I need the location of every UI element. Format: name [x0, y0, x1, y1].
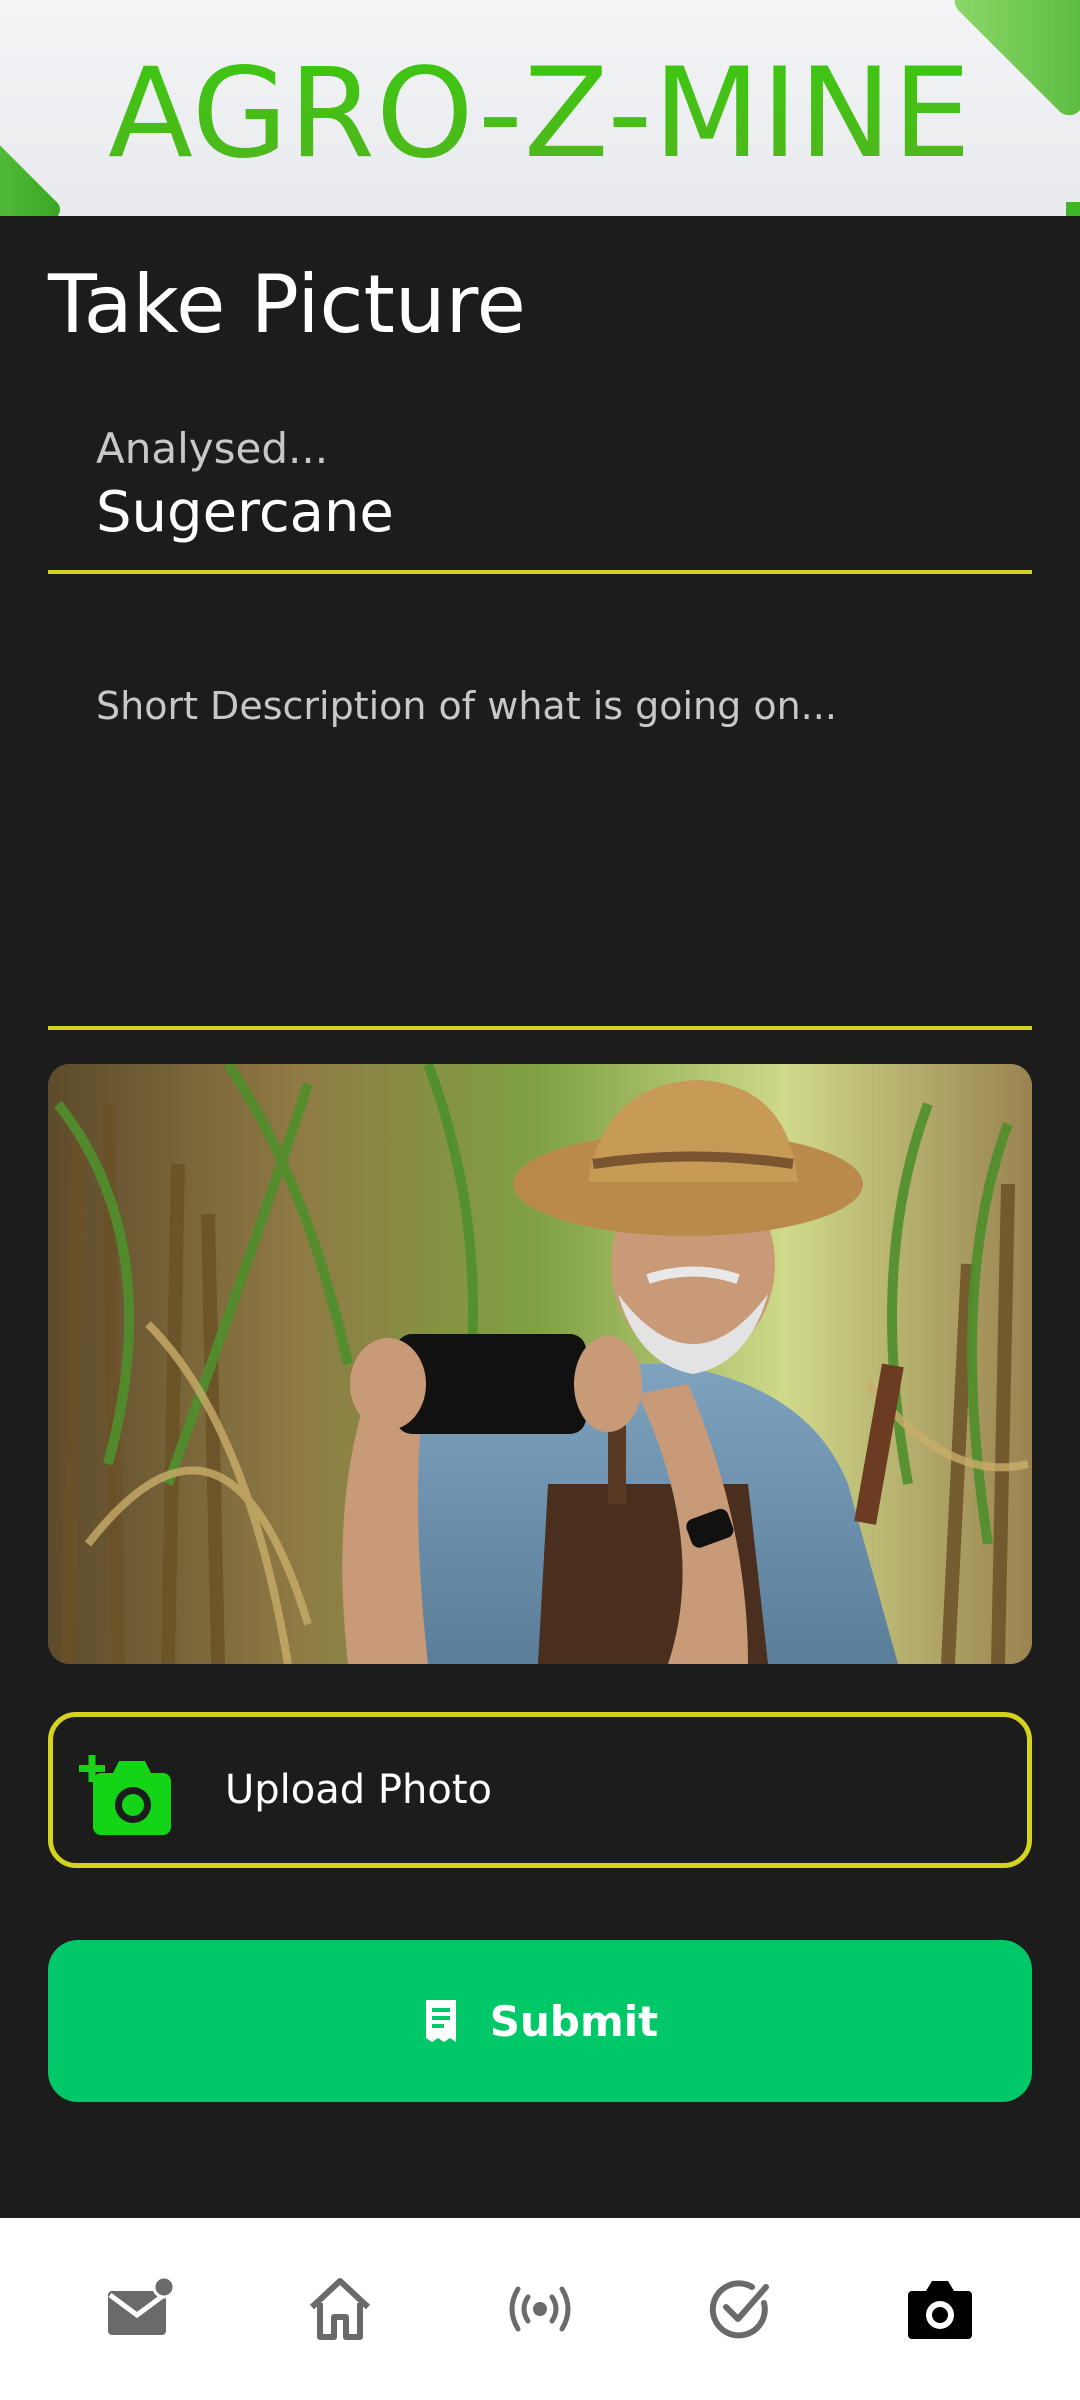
nav-item-camera[interactable]	[880, 2249, 1000, 2369]
bottom-navigation	[0, 2218, 1080, 2400]
analysed-value: Sugercane	[96, 480, 394, 545]
analysed-field[interactable]: Analysed... Sugercane	[48, 410, 1032, 574]
camera-icon	[908, 2281, 972, 2339]
app-banner: AGRO-Z-MINE	[0, 0, 1080, 216]
broadcast-icon	[509, 2286, 571, 2332]
description-placeholder: Short Description of what is going on...	[96, 684, 837, 728]
mail-notification-icon	[108, 2275, 176, 2335]
nav-item-home[interactable]	[280, 2249, 400, 2369]
banner-decoration	[1066, 202, 1080, 216]
photo-preview	[48, 1064, 1032, 1664]
submit-label: Submit	[489, 1996, 659, 2046]
check-circle-icon	[709, 2280, 769, 2339]
farmer-photo-image	[48, 1064, 1032, 1664]
upload-photo-button[interactable]: Upload Photo	[48, 1712, 1032, 1868]
analysed-label: Analysed...	[96, 424, 329, 473]
add-photo-icon	[79, 1755, 171, 1835]
upload-photo-label: Upload Photo	[225, 1767, 492, 1813]
receipt-icon	[425, 2000, 456, 2042]
page-title: Take Picture	[48, 258, 526, 351]
home-icon	[309, 2278, 371, 2340]
app-logo-text: AGRO-Z-MINE	[0, 42, 1080, 186]
submit-button[interactable]: Submit	[48, 1940, 1032, 2102]
nav-item-messages[interactable]	[80, 2249, 200, 2369]
nav-item-tasks[interactable]	[680, 2249, 800, 2369]
nav-item-broadcast[interactable]	[480, 2249, 600, 2369]
description-field[interactable]: Short Description of what is going on...	[48, 642, 1032, 1030]
